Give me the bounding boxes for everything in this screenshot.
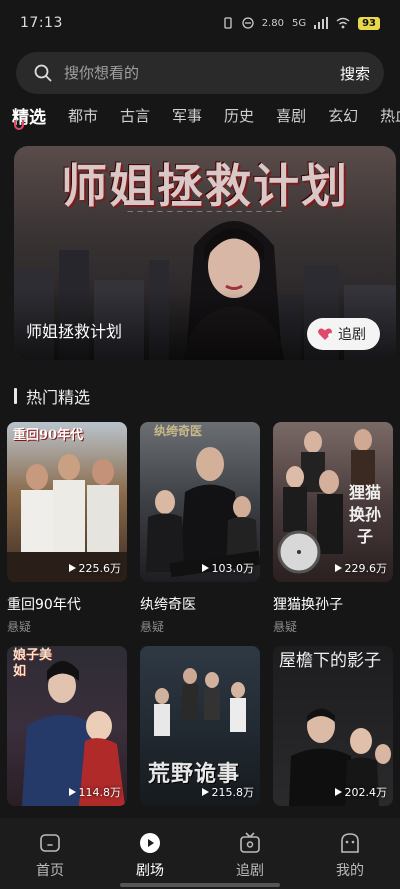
drama-title[interactable]: 重回90年代 <box>7 594 127 614</box>
drama-title[interactable]: 纨绔奇医 <box>140 594 260 614</box>
status-icons: 2.80 5G 93 <box>222 16 380 30</box>
play-icon <box>68 788 76 796</box>
follow-drama-button[interactable]: 追剧 <box>307 318 380 350</box>
nav-profile-label: 我的 <box>336 863 364 879</box>
drama-genre: 悬疑 <box>7 620 32 634</box>
featured-banner[interactable]: 师姐拯救计划 — — — — — — — — — — — — — — — — 师… <box>14 146 396 360</box>
play-icon <box>334 788 342 796</box>
play-icon <box>334 564 342 572</box>
play-count-value: 114.8万 <box>78 786 122 799</box>
play-count: 225.6万 <box>68 560 122 576</box>
signal-label: 5G <box>291 17 307 29</box>
banner-title: 师姐拯救计划 <box>26 322 123 341</box>
drama-card-6[interactable]: 屋檐下的影子 202.4万 <box>273 646 393 818</box>
drama-genre: 悬疑 <box>273 620 298 634</box>
section-header: 热门精选 <box>14 384 90 408</box>
play-icon <box>201 564 209 572</box>
poster-caption: 娘子美如 <box>13 648 53 679</box>
poster-figures-image <box>146 447 260 578</box>
nav-theater[interactable]: 剧场 <box>100 818 200 889</box>
drama-poster[interactable]: 屋檐下的影子 202.4万 <box>273 646 393 806</box>
heart-plus-icon <box>318 328 332 340</box>
play-count-value: 215.8万 <box>211 786 255 799</box>
drama-title[interactable]: 狸猫换孙子 <box>273 594 393 614</box>
nav-following-label: 追剧 <box>236 863 264 879</box>
search-bar[interactable]: 搜索 <box>16 52 384 94</box>
nav-theater-label: 剧场 <box>136 863 164 879</box>
category-tabs: 精选 都市 古言 军事 历史 喜剧 玄幻 热血 <box>12 100 400 134</box>
section-title: 热门精选 <box>26 388 91 407</box>
play-count: 215.8万 <box>201 784 255 800</box>
drama-card-3[interactable]: 狸猫换孙子 229.6万 狸猫换孙子 悬疑 <box>273 422 393 635</box>
home-indicator <box>120 883 280 887</box>
play-count-value: 202.4万 <box>344 786 388 799</box>
poster-caption: 狸猫换孙子 <box>348 483 381 546</box>
play-count-value: 225.6万 <box>78 562 122 575</box>
section-marker <box>14 388 17 404</box>
poster-figures-image <box>7 454 127 582</box>
play-count: 103.0万 <box>201 560 255 576</box>
nav-home-label: 首页 <box>36 863 64 879</box>
search-icon <box>34 64 52 82</box>
drama-card-5[interactable]: 荒野诡事 215.8万 <box>140 646 260 818</box>
tab-action[interactable]: 热血 <box>380 100 400 134</box>
tab-ancient-romance[interactable]: 古言 <box>120 100 150 134</box>
status-bar: 17:13 2.80 5G 93 <box>0 0 400 46</box>
play-icon <box>68 564 76 572</box>
net-speed: 2.80 <box>261 17 284 29</box>
tab-urban[interactable]: 都市 <box>68 100 98 134</box>
bottom-nav: 首页 剧场 追剧 我的 <box>0 818 400 889</box>
follow-label: 追剧 <box>338 327 366 343</box>
play-count: 229.6万 <box>334 560 388 576</box>
tv-icon <box>240 832 260 853</box>
drama-card-2[interactable]: 纨绔奇医 103.0万 纨绔奇医 悬疑 <box>140 422 260 635</box>
drama-poster[interactable]: 重回90年代 225.6万 <box>7 422 127 582</box>
poster-caption: 纨绔奇医 <box>154 424 203 438</box>
search-button[interactable]: 搜索 <box>330 63 370 84</box>
vibrate-icon <box>224 17 232 29</box>
poster-caption: 屋檐下的影子 <box>279 651 381 671</box>
play-icon <box>201 788 209 796</box>
tab-fantasy[interactable]: 玄幻 <box>328 100 358 134</box>
drama-poster[interactable]: 纨绔奇医 103.0万 <box>140 422 260 582</box>
drama-poster[interactable]: 荒野诡事 215.8万 <box>140 646 260 806</box>
tab-military[interactable]: 军事 <box>172 100 202 134</box>
dnd-icon <box>242 17 254 29</box>
home-icon <box>40 834 60 852</box>
tab-comedy[interactable]: 喜剧 <box>276 100 306 134</box>
drama-poster[interactable]: 狸猫换孙子 229.6万 <box>273 422 393 582</box>
poster-caption: 重回90年代 <box>13 428 84 443</box>
tab-history[interactable]: 历史 <box>224 100 254 134</box>
wifi-icon <box>336 17 350 29</box>
drama-card-4[interactable]: 娘子美如 114.8万 <box>7 646 127 818</box>
battery-indicator: 93 <box>358 16 380 30</box>
active-tab-indicator <box>14 120 24 130</box>
play-count-value: 229.6万 <box>344 562 388 575</box>
profile-icon <box>341 833 359 853</box>
status-time: 17:13 <box>20 15 63 31</box>
drama-card-1[interactable]: 重回90年代 225.6万 重回90年代 悬疑 <box>7 422 127 635</box>
nav-home[interactable]: 首页 <box>0 818 100 889</box>
theater-icon <box>140 833 160 853</box>
drama-genre: 悬疑 <box>140 620 165 634</box>
nav-profile[interactable]: 我的 <box>300 818 400 889</box>
play-count: 202.4万 <box>334 784 388 800</box>
play-count-value: 103.0万 <box>211 562 255 575</box>
drama-poster[interactable]: 娘子美如 114.8万 <box>7 646 127 806</box>
signal-icon <box>314 17 329 29</box>
play-count: 114.8万 <box>68 784 122 800</box>
search-input[interactable] <box>64 64 330 82</box>
nav-following[interactable]: 追剧 <box>200 818 300 889</box>
